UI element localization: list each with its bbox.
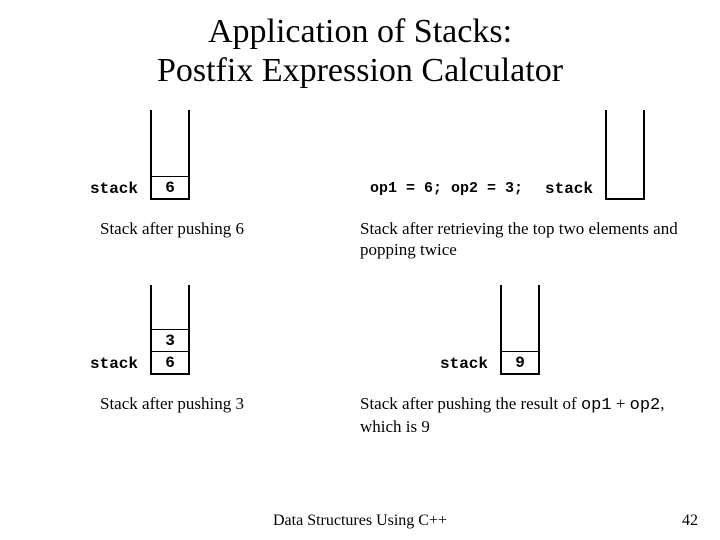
caption-push-6: Stack after pushing 6 [100,218,244,239]
caption-after-pop: Stack after retrieving the top two eleme… [360,218,680,261]
diagram-area: stack 6 Stack after pushing 6 op1 = 6; o… [0,90,720,530]
stack-label: stack [545,180,593,198]
caption-result-pre: Stack after pushing the result of [360,394,581,413]
caption-result: Stack after pushing the result of op1 + … [360,393,680,438]
stack-cell: 6 [152,351,188,373]
page-number: 42 [682,512,698,530]
stack-cell: 9 [502,351,538,373]
caption-push-3: Stack after pushing 3 [100,393,244,414]
stack-box: 9 [500,285,540,375]
stack-label: stack [90,355,138,373]
stack-cell: 3 [152,329,188,351]
stack-box-empty [605,110,645,200]
stack-label: stack [440,355,488,373]
title-line-1: Application of Stacks: [208,13,512,50]
stack-label: stack [90,180,138,198]
stack-box: 6 3 [150,285,190,375]
caption-op2: op2 [630,396,661,415]
caption-result-mid: + [612,394,630,413]
op-assignment-text: op1 = 6; op2 = 3; [370,180,523,197]
caption-op1: op1 [581,396,612,415]
footer-text: Data Structures Using C++ [0,512,720,530]
stack-cell: 6 [152,176,188,198]
title-line-2: Postfix Expression Calculator [157,52,563,89]
slide-title: Application of Stacks: Postfix Expressio… [0,0,720,90]
stack-box: 6 [150,110,190,200]
